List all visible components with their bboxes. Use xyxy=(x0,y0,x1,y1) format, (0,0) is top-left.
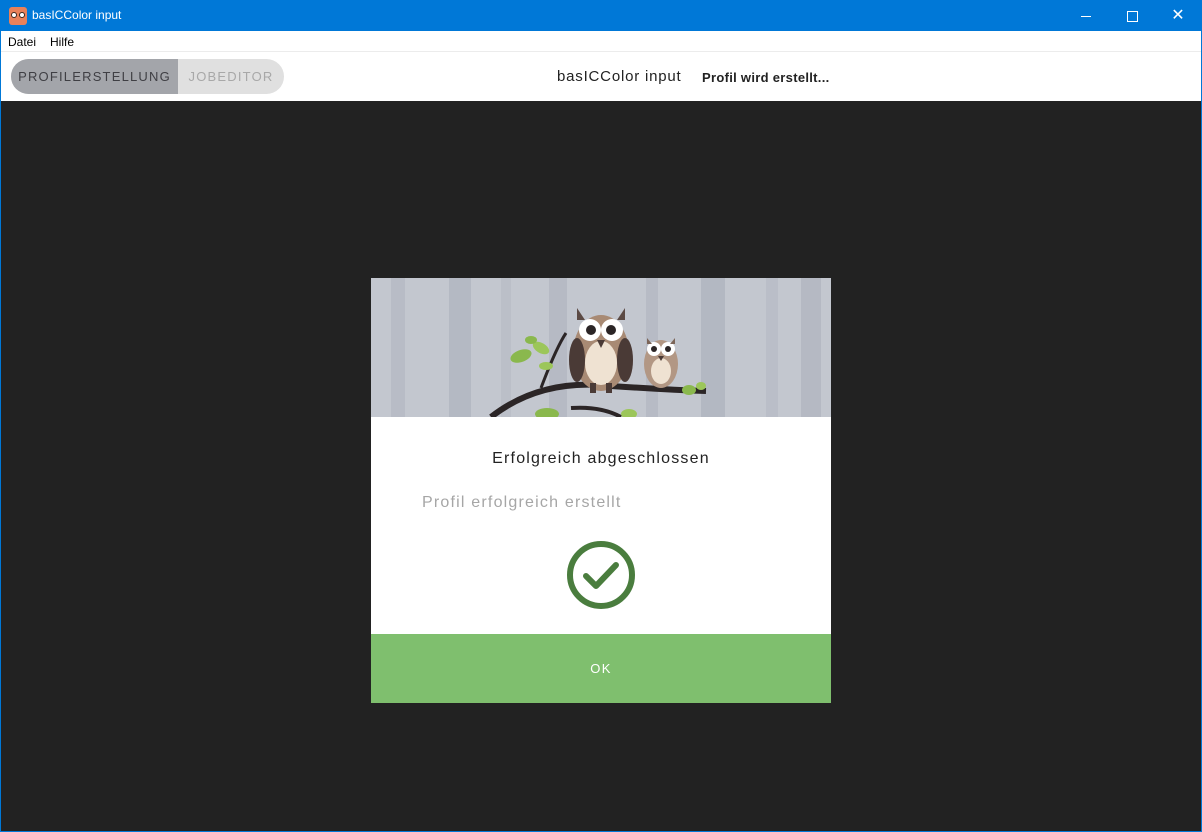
dialog-title: Erfolgreich abgeschlossen xyxy=(492,450,710,467)
success-dialog: Erfolgreich abgeschlossen Profil erfolgr… xyxy=(371,278,831,703)
ok-button[interactable]: OK xyxy=(371,634,831,703)
maximize-icon xyxy=(1126,10,1138,22)
app-name-label: basICColor input xyxy=(557,68,682,85)
menu-bar: Datei Hilfe xyxy=(1,31,1201,52)
tab-jobeditor[interactable]: JOBEDITOR xyxy=(178,59,284,94)
close-button[interactable]: ✕ xyxy=(1155,1,1201,31)
owl-banner-illustration xyxy=(371,278,831,417)
window-title: basICColor input xyxy=(32,8,122,22)
app-window: basICColor input ✕ Datei Hilfe PROFILERS… xyxy=(0,0,1202,832)
menu-hilfe[interactable]: Hilfe xyxy=(50,35,74,49)
menu-datei[interactable]: Datei xyxy=(8,35,36,49)
tab-profilerstellung[interactable]: PROFILERSTELLUNG xyxy=(11,59,178,94)
owl-app-icon xyxy=(9,7,27,25)
close-icon: ✕ xyxy=(1171,7,1185,24)
title-bar[interactable]: basICColor input ✕ xyxy=(1,1,1201,31)
toolbar: PROFILERSTELLUNG JOBEDITOR basICColor in… xyxy=(1,52,1201,101)
maximize-button[interactable] xyxy=(1109,1,1155,31)
minimize-icon xyxy=(1081,15,1091,17)
status-text: Profil wird erstellt... xyxy=(702,70,830,85)
mode-switch: PROFILERSTELLUNG JOBEDITOR xyxy=(11,59,284,94)
check-circle-icon xyxy=(567,541,635,609)
dialog-message: Profil erfolgreich erstellt xyxy=(422,494,622,511)
minimize-button[interactable] xyxy=(1063,1,1109,31)
